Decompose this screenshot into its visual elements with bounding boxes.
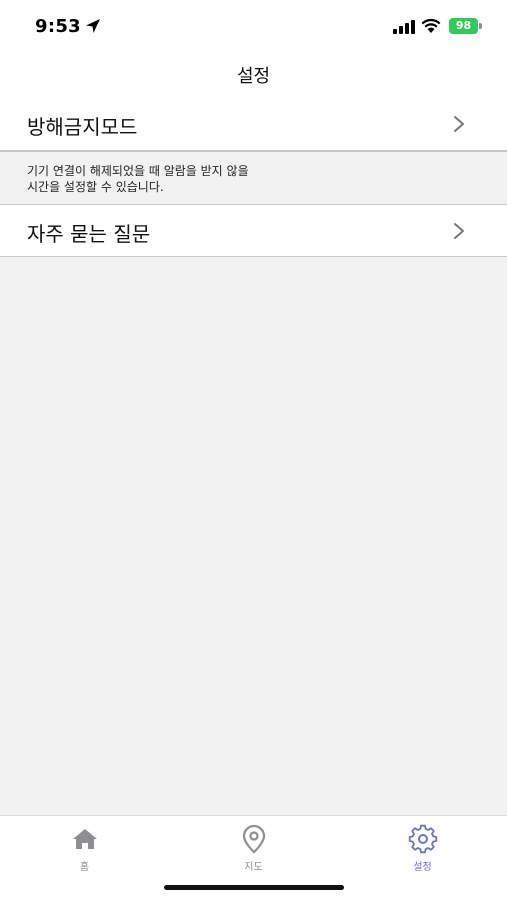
tab-map-label: 지도 [244,862,263,873]
battery-level: 98 [449,18,478,34]
description-line-1: 기기 연결이 해제되었을 때 알람을 받지 않을 [27,164,249,178]
settings-screen: 9:53 98 설정 방해금지모드 기기 연결이 해제되었을 때 알람을 받지 … [0,0,507,901]
faq-row[interactable]: 자주 묻는 질문 [0,205,507,257]
do-not-disturb-description: 기기 연결이 해제되었을 때 알람을 받지 않을 시간을 설정할 수 있습니다. [0,152,507,205]
do-not-disturb-label: 방해금지모드 [27,115,138,139]
battery-charging-icon: 98 [449,18,483,34]
tab-settings-label: 설정 [413,862,432,873]
tab-settings[interactable]: 설정 [338,816,507,878]
home-indicator [164,885,344,890]
status-time: 9:53 [35,16,81,37]
chevron-right-icon [454,116,464,132]
cellular-signal-icon [393,20,415,34]
chevron-right-icon [454,223,464,239]
navigation-bar: 설정 [0,52,507,98]
tab-home-label: 홈 [79,862,90,873]
page-title: 설정 [236,66,271,87]
map-pin-icon [242,824,266,854]
wifi-icon [421,18,441,33]
tab-map[interactable]: 지도 [169,816,338,878]
gear-icon [408,824,438,854]
description-line-2: 시간을 설정할 수 있습니다. [27,180,164,194]
battery-cap [479,23,482,29]
tab-home[interactable]: 홈 [0,816,169,878]
status-bar: 9:53 98 [0,0,507,52]
home-icon [73,829,97,849]
faq-label: 자주 묻는 질문 [27,222,151,246]
do-not-disturb-row[interactable]: 방해금지모드 [0,98,507,152]
location-arrow-icon [86,19,100,33]
